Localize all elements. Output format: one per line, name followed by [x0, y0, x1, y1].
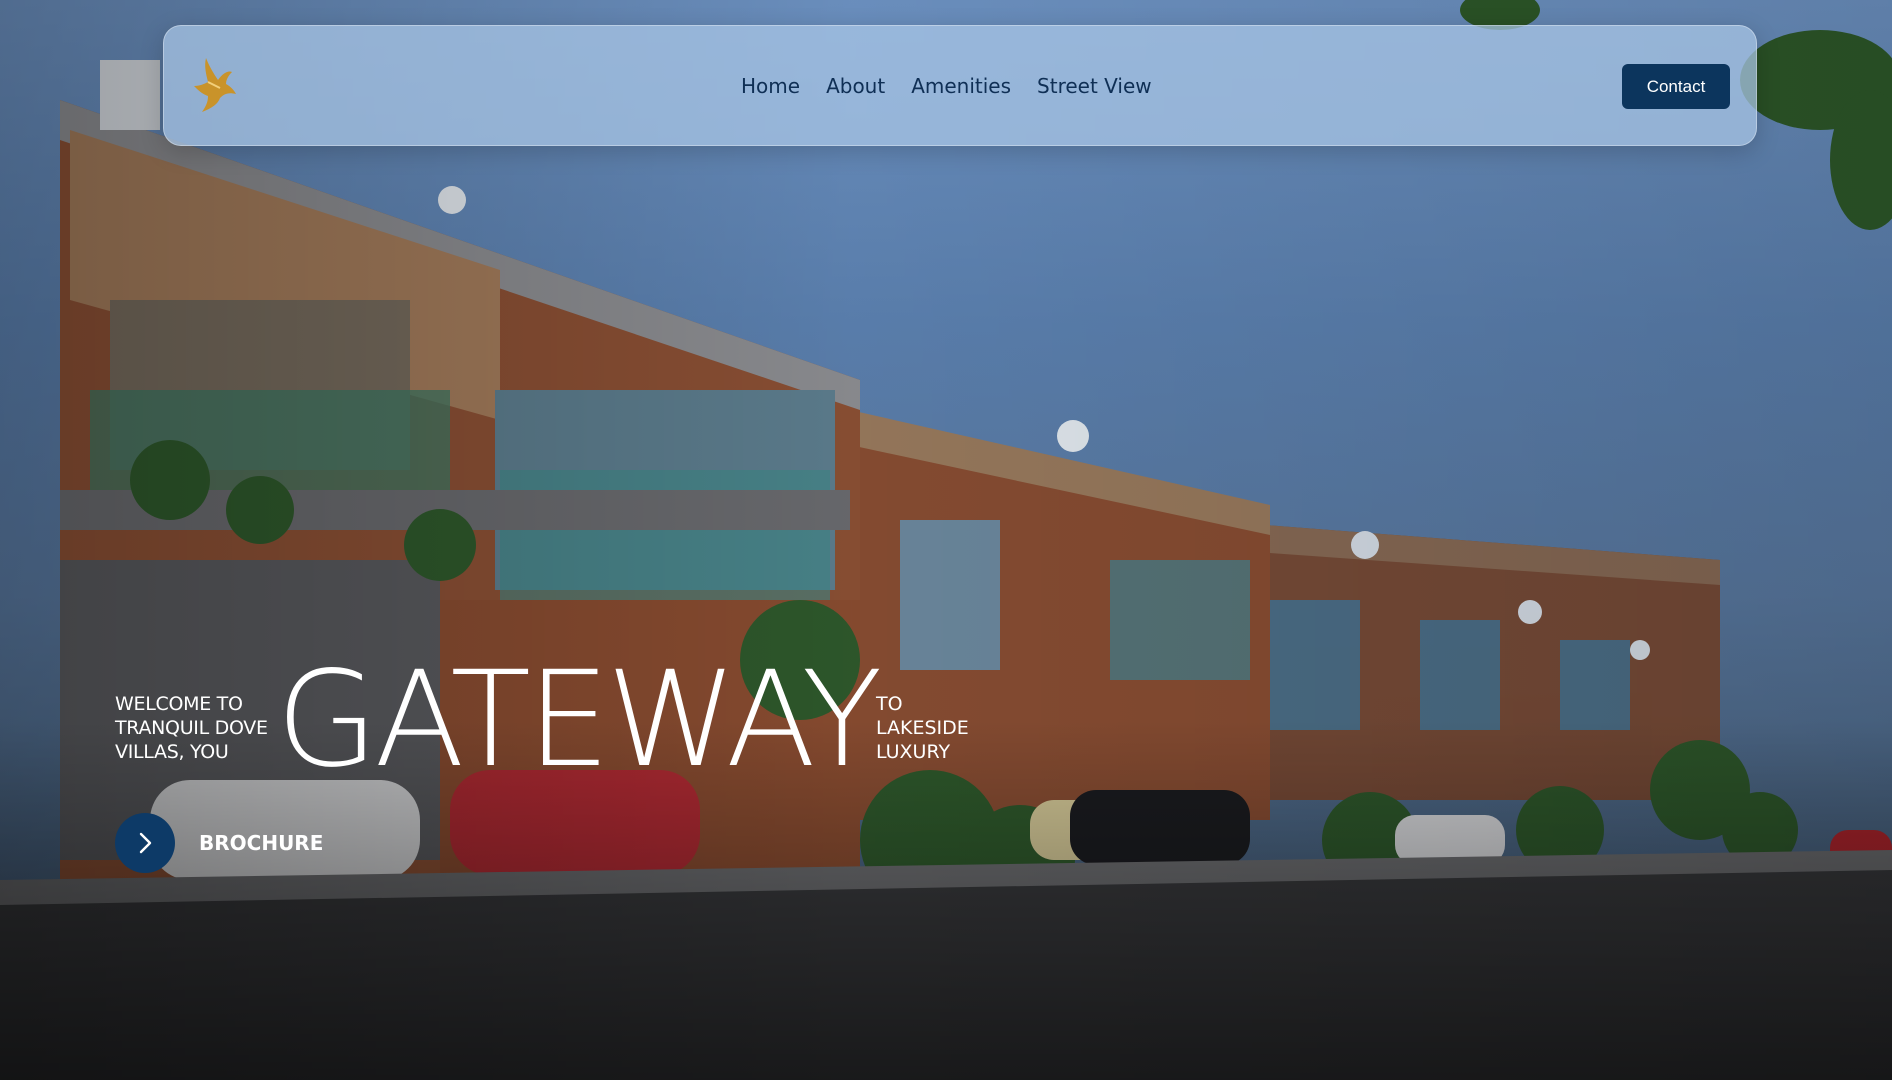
hero-tagline-text: TO LAKESIDE LUXURY: [876, 693, 969, 763]
nav-about-link[interactable]: About: [826, 74, 885, 98]
dove-logo-icon[interactable]: [188, 52, 244, 114]
hero-headline: GATEWAY: [276, 643, 882, 797]
nav-amenities-link[interactable]: Amenities: [911, 74, 1011, 98]
hero-welcome-text: WELCOME TO TRANQUIL DOVE VILLAS, YOU: [115, 693, 268, 763]
nav-street-view-link[interactable]: Street View: [1037, 74, 1152, 98]
brochure-label[interactable]: BROCHURE: [199, 831, 323, 855]
nav-home-link[interactable]: Home: [741, 74, 800, 98]
contact-button[interactable]: Contact: [1622, 64, 1730, 109]
brochure-button[interactable]: BROCHURE: [115, 813, 323, 873]
hero-background-image: [0, 0, 1892, 1080]
chevron-right-icon[interactable]: [115, 813, 175, 873]
nav-links: Home About Amenities Street View: [741, 26, 1152, 145]
top-navbar: Home About Amenities Street View Contact: [163, 25, 1757, 146]
